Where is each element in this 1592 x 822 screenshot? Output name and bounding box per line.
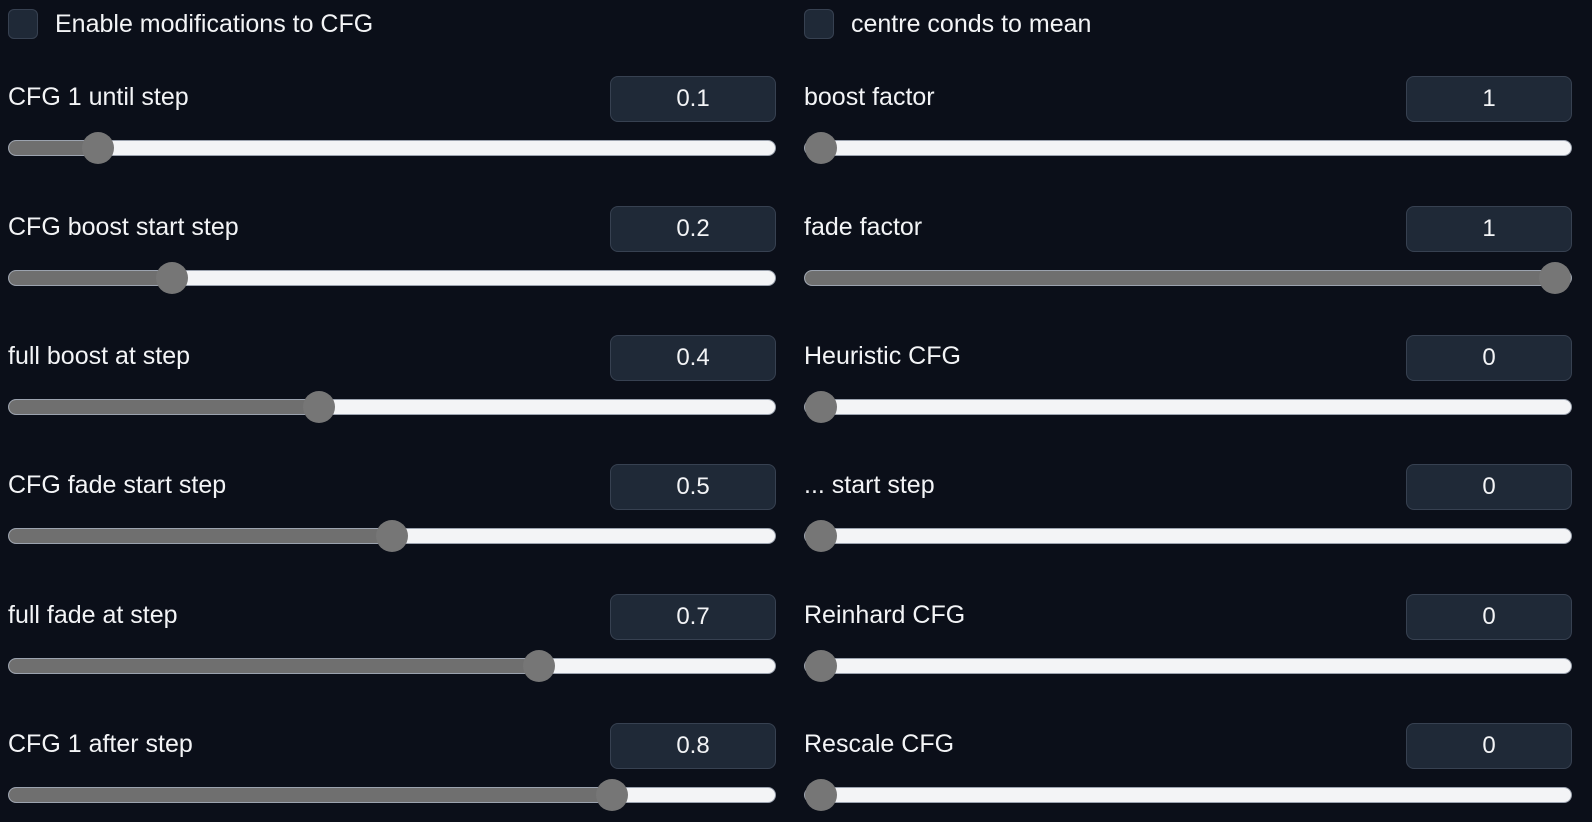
full-fade-at-step-slider[interactable] [8, 650, 776, 682]
slider-thumb[interactable] [302, 391, 335, 423]
slider-label: Rescale CFG [804, 730, 955, 758]
slider-fill [9, 659, 539, 673]
slider-label: full fade at step [8, 601, 178, 629]
slider-label: CFG 1 after step [8, 730, 193, 758]
cfg-1-until-step-input[interactable] [610, 76, 776, 122]
slider-thumb[interactable] [376, 520, 408, 552]
slider-label: CFG fade start step [8, 471, 227, 499]
slider-label: ... start step [804, 471, 935, 499]
rescale-cfg-slider[interactable] [804, 779, 1572, 811]
slider-thumb[interactable] [805, 391, 837, 423]
heuristic-start-step-input[interactable] [1406, 464, 1572, 510]
full-boost-at-step-slider[interactable] [8, 391, 776, 423]
slider-heuristic-start-step: ... start step [804, 464, 1572, 560]
rescale-cfg-input[interactable] [1406, 723, 1572, 769]
slider-fill [805, 271, 1555, 285]
cfg-boost-start-step-slider[interactable] [8, 262, 776, 294]
slider-reinhard-cfg: Reinhard CFG [804, 594, 1572, 690]
cfg-1-after-step-input[interactable] [610, 723, 776, 769]
slider-fill [9, 788, 613, 802]
boost-factor-input[interactable] [1406, 76, 1572, 122]
slider-heuristic-cfg: Heuristic CFG [804, 335, 1572, 431]
slider-cfg-1-until-step: CFG 1 until step [8, 76, 776, 172]
heuristic-cfg-slider[interactable] [804, 391, 1572, 423]
slider-label: CFG 1 until step [8, 83, 189, 111]
cfg-1-after-step-slider[interactable] [8, 779, 776, 811]
slider-thumb[interactable] [82, 132, 115, 164]
heuristic-start-step-slider[interactable] [804, 520, 1572, 552]
slider-label: Reinhard CFG [804, 601, 966, 629]
slider-label: full boost at step [8, 342, 191, 370]
enable-cfg-modifications-row[interactable]: Enable modifications to CFG [8, 8, 373, 40]
slider-label: Heuristic CFG [804, 342, 961, 370]
full-fade-at-step-input[interactable] [610, 594, 776, 640]
heuristic-cfg-input[interactable] [1406, 335, 1572, 381]
slider-thumb[interactable] [805, 650, 837, 682]
slider-rescale-cfg: Rescale CFG [804, 723, 1572, 819]
cfg-fade-start-step-input[interactable] [610, 464, 776, 510]
slider-thumb[interactable] [522, 650, 555, 682]
reinhard-cfg-input[interactable] [1406, 594, 1572, 640]
centre-conds-to-mean-row[interactable]: centre conds to mean [804, 8, 1091, 40]
slider-fill [9, 400, 319, 414]
slider-thumb[interactable] [805, 132, 837, 164]
cfg-1-until-step-slider[interactable] [8, 132, 776, 164]
boost-factor-slider[interactable] [804, 132, 1572, 164]
slider-full-boost-at-step: full boost at step [8, 335, 776, 431]
slider-full-fade-at-step: full fade at step [8, 594, 776, 690]
centre-conds-to-mean-label: centre conds to mean [851, 10, 1092, 38]
slider-label: CFG boost start step [8, 213, 239, 241]
enable-cfg-modifications-checkbox[interactable] [8, 9, 38, 39]
slider-cfg-1-after-step: CFG 1 after step [8, 723, 776, 819]
cfg-settings-panel: Enable modifications to CFG CFG 1 until … [0, 0, 1592, 822]
cfg-fade-start-step-slider[interactable] [8, 520, 776, 552]
cfg-boost-start-step-input[interactable] [610, 206, 776, 252]
slider-boost-factor: boost factor [804, 76, 1572, 172]
reinhard-cfg-slider[interactable] [804, 650, 1572, 682]
slider-thumb[interactable] [805, 779, 837, 811]
slider-cfg-boost-start-step: CFG boost start step [8, 206, 776, 302]
enable-cfg-modifications-label: Enable modifications to CFG [55, 10, 374, 38]
slider-thumb[interactable] [596, 779, 629, 811]
fade-factor-input[interactable] [1406, 206, 1572, 252]
slider-thumb[interactable] [1539, 262, 1571, 294]
slider-thumb[interactable] [805, 520, 837, 552]
slider-cfg-fade-start-step: CFG fade start step [8, 464, 776, 560]
slider-thumb[interactable] [155, 262, 188, 294]
full-boost-at-step-input[interactable] [610, 335, 776, 381]
slider-label: fade factor [804, 213, 923, 241]
centre-conds-to-mean-checkbox[interactable] [804, 9, 834, 39]
slider-label: boost factor [804, 83, 935, 111]
slider-fill [9, 271, 172, 285]
slider-fill [9, 529, 392, 543]
slider-fade-factor: fade factor [804, 206, 1572, 302]
fade-factor-slider[interactable] [804, 262, 1572, 294]
